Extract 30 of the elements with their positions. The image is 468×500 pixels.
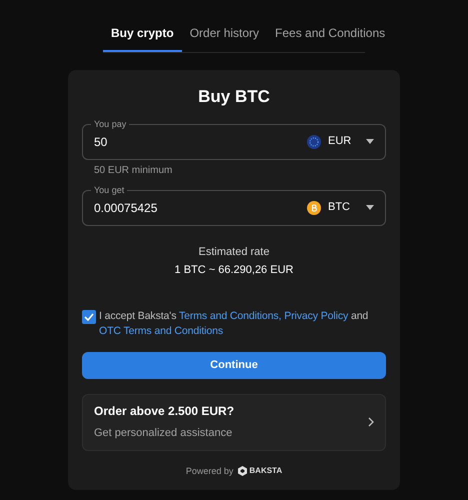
accept-checkbox[interactable] (82, 310, 96, 324)
card-title: Buy BTC (197, 86, 271, 108)
assistance-subtitle: Get personalized assistance (94, 426, 234, 442)
terms-link[interactable]: OTC Terms and Conditions (99, 324, 224, 336)
currency-label: EUR (328, 134, 352, 150)
powered-by-text: Powered by (186, 464, 234, 478)
amount-value: 0.00075425 (94, 200, 158, 216)
euro-coin-icon (307, 134, 321, 148)
chevron-right-icon (368, 417, 374, 427)
caret-icon (366, 139, 374, 144)
assistance-title: Order above 2.500 EUR? (94, 403, 236, 420)
assistance-card[interactable]: Order above 2.500 EUR? Get personalized assistance (82, 394, 386, 450)
rate-label: Estimated rate (198, 244, 270, 260)
continue-button[interactable]: Continue (82, 352, 386, 378)
terms-sentence: I accept Baksta's Terms and Conditions, Privacy Policy and OTC Terms and Conditions (99, 308, 370, 338)
brand-name: BAKSTA (249, 465, 282, 478)
rate-value: 1 BTC ~ 66.290,26 EUR (174, 263, 294, 278)
tab[interactable]: Fees and Conditions (267, 24, 394, 52)
tab[interactable]: Order history (182, 24, 268, 52)
tab[interactable]: Buy crypto (103, 24, 182, 52)
field-label: You pay (91, 118, 130, 130)
amount-value: 50 (94, 134, 108, 150)
currency-label: BTC (328, 200, 351, 216)
hexagon-logo-icon (238, 466, 248, 476)
caret-icon (366, 205, 374, 210)
terms-link[interactable]: Terms and Conditions, (178, 310, 282, 322)
minimum-hint: 50 EUR minimum (94, 164, 174, 178)
field-label: You get (91, 184, 128, 196)
bitcoin-coin-icon (307, 200, 321, 214)
terms-link[interactable]: Privacy Policy (284, 310, 348, 322)
